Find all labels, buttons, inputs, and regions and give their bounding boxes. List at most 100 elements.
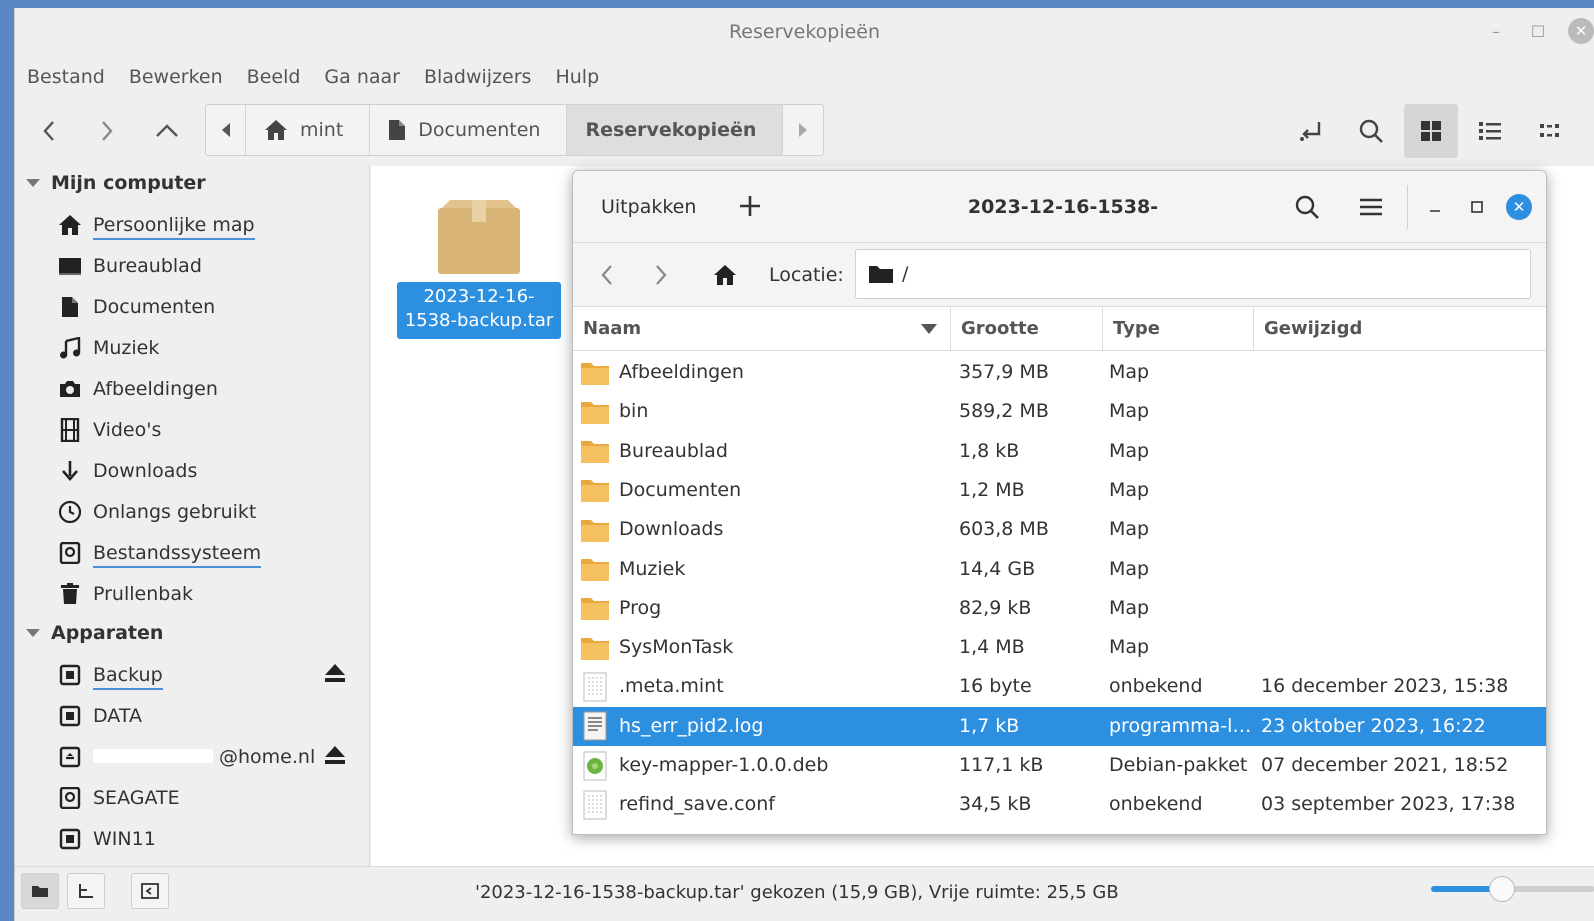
archive-row[interactable]: key-mapper-1.0.0.deb 117,1 kB Debian-pakke…	[573, 746, 1546, 785]
search-button[interactable]	[1344, 104, 1398, 158]
archive-forward-button[interactable]	[643, 257, 679, 293]
folder-icon	[869, 266, 893, 283]
archive-row[interactable]: SysMonTask 1,4 MB Map	[573, 628, 1546, 667]
search-icon	[1359, 119, 1383, 143]
row-name-cell: Prog	[579, 589, 949, 628]
sidebar-item-label: Backup	[93, 664, 163, 690]
sidebar-item-seagate[interactable]: SEAGATE	[57, 780, 351, 816]
sidebar-item-prullenbak[interactable]: Prullenbak	[57, 576, 351, 612]
back-button[interactable]	[29, 104, 69, 158]
folder-icon	[579, 399, 611, 425]
archive-row[interactable]: hs_err_pid2.log 1,7 kB programma-l… 23 okto…	[573, 706, 1546, 746]
archive-row[interactable]: bin 589,2 MB Map	[573, 392, 1546, 431]
sidebar-item-muziek[interactable]: Muziek	[57, 330, 351, 366]
forward-button[interactable]	[87, 104, 127, 158]
column-header-type[interactable]: Type	[1103, 307, 1254, 351]
close-icon: ✕	[1506, 194, 1532, 220]
show-tree-button[interactable]	[67, 873, 105, 909]
archive-menu-button[interactable]	[1353, 189, 1389, 225]
trash-icon	[57, 583, 83, 605]
sidebar-item-onlangs-gebruikt[interactable]: Onlangs gebruikt	[57, 494, 351, 530]
menu-beeld[interactable]: Beeld	[235, 60, 313, 94]
show-places-button[interactable]	[21, 873, 59, 909]
section-apparaten[interactable]: Apparaten	[25, 622, 163, 644]
archive-headerbar: Uitpakken 2023-12-16-1538-backup.tar ✕	[573, 171, 1546, 290]
folder-icon	[579, 635, 611, 661]
path-crumb-label: Documenten	[418, 119, 541, 141]
archive-minimize-button[interactable]	[1417, 189, 1453, 225]
maximize-button[interactable]: ☐	[1526, 19, 1550, 43]
archive-row[interactable]: Prog 82,9 kB Map	[573, 589, 1546, 628]
deb-package-icon	[579, 751, 611, 781]
menu-bewerken[interactable]: Bewerken	[117, 60, 235, 94]
minimize-button[interactable]: –	[1484, 19, 1508, 43]
column-header-grootte[interactable]: Grootte	[951, 307, 1103, 351]
row-name-cell: Documenten	[579, 471, 949, 510]
archive-row[interactable]: .meta.mint 16 byte onbekend 16 december 202…	[573, 667, 1546, 706]
archive-row[interactable]: Bureaublad 1,8 kB Map	[573, 432, 1546, 471]
row-type: Map	[1109, 596, 1150, 619]
sidebar-item-persoonlijke-map[interactable]: Persoonlijke map	[57, 207, 351, 243]
maximize-icon	[1471, 201, 1483, 213]
row-type: Map	[1109, 439, 1150, 462]
column-header-gewijzigd[interactable]: Gewijzigd	[1254, 307, 1546, 351]
close-button[interactable]: ✕	[1568, 18, 1594, 44]
menu-bladwijzers[interactable]: Bladwijzers	[412, 60, 544, 94]
row-modified: 16 december 2023, 15:38	[1261, 675, 1509, 698]
compact-view-button[interactable]	[1523, 104, 1577, 158]
section-title: Apparaten	[51, 622, 164, 644]
file-item-backup-tar[interactable]: 2023-12-16- 1538-backup.tar	[397, 200, 561, 339]
archive-row[interactable]: Downloads 603,8 MB Map	[573, 510, 1546, 549]
sidebar-item-videos[interactable]: Video's	[57, 412, 351, 448]
sidebar-item-network-share[interactable]: @home.nl	[57, 739, 351, 775]
path-scroll-left[interactable]	[206, 105, 246, 155]
path-crumb-mint[interactable]: mint	[246, 105, 371, 155]
archive-back-button[interactable]	[589, 257, 625, 293]
menu-bestand[interactable]: Bestand	[15, 60, 117, 94]
archive-row[interactable]: Afbeeldingen 357,9 MB Map	[573, 353, 1546, 392]
archive-row[interactable]: refind_save.conf 34,5 kB onbekend 03 septem…	[573, 785, 1546, 824]
row-name: Muziek	[619, 557, 686, 580]
sidebar-item-documenten[interactable]: Documenten	[57, 289, 351, 325]
archive-search-button[interactable]	[1289, 189, 1325, 225]
sidebar-item-win11[interactable]: WIN11	[57, 821, 351, 857]
up-button[interactable]	[147, 104, 187, 158]
path-scroll-right[interactable]	[783, 105, 823, 155]
chip-icon	[57, 664, 83, 686]
zoom-slider-handle[interactable]	[1488, 876, 1515, 902]
section-mijn-computer[interactable]: Mijn computer	[25, 172, 206, 194]
menu-ga-naar[interactable]: Ga naar	[312, 60, 412, 94]
hide-sidebar-button[interactable]	[131, 873, 169, 909]
sidebar-item-bureaublad[interactable]: Bureaublad	[57, 248, 351, 284]
row-type: Map	[1109, 400, 1150, 423]
menu-hulp[interactable]: Hulp	[543, 60, 611, 94]
list-view-button[interactable]	[1463, 104, 1517, 158]
path-crumb-documenten[interactable]: Documenten	[370, 105, 568, 155]
tree-icon	[79, 884, 93, 898]
zoom-slider[interactable]	[1431, 876, 1594, 902]
sidebar-item-bestandssysteem[interactable]: Bestandssysteem	[57, 535, 351, 571]
eject-icon[interactable]	[323, 744, 347, 771]
archive-row[interactable]: Muziek 14,4 GB Map	[573, 550, 1546, 589]
icon-view-button[interactable]	[1404, 104, 1458, 158]
archive-maximize-button[interactable]	[1459, 189, 1495, 225]
extract-button[interactable]: Uitpakken	[601, 171, 696, 243]
archive-row[interactable]: Documenten 1,2 MB Map	[573, 471, 1546, 510]
sidebar-item-label: WIN11	[93, 828, 156, 850]
toggle-location-button[interactable]	[1285, 104, 1339, 158]
archive-close-button[interactable]: ✕	[1501, 189, 1537, 225]
sidebar-item-data[interactable]: DATA	[57, 698, 351, 734]
path-crumb-reservekopieen[interactable]: Reservekopieën	[567, 105, 784, 155]
column-header-naam[interactable]: Naam	[573, 307, 951, 351]
add-files-button[interactable]	[733, 189, 767, 223]
toolbar: mint Documenten Reservekopieën	[15, 104, 1594, 158]
sidebar-item-label: Prullenbak	[93, 583, 193, 605]
archive-home-button[interactable]	[707, 257, 743, 293]
row-type: Map	[1109, 636, 1150, 659]
sidebar-item-afbeeldingen[interactable]: Afbeeldingen	[57, 371, 351, 407]
sidebar-item-downloads[interactable]: Downloads	[57, 453, 351, 489]
sidebar-item-backup[interactable]: Backup	[57, 657, 351, 693]
music-icon	[57, 337, 83, 359]
location-field[interactable]: /	[855, 249, 1531, 299]
eject-icon[interactable]	[323, 662, 347, 689]
